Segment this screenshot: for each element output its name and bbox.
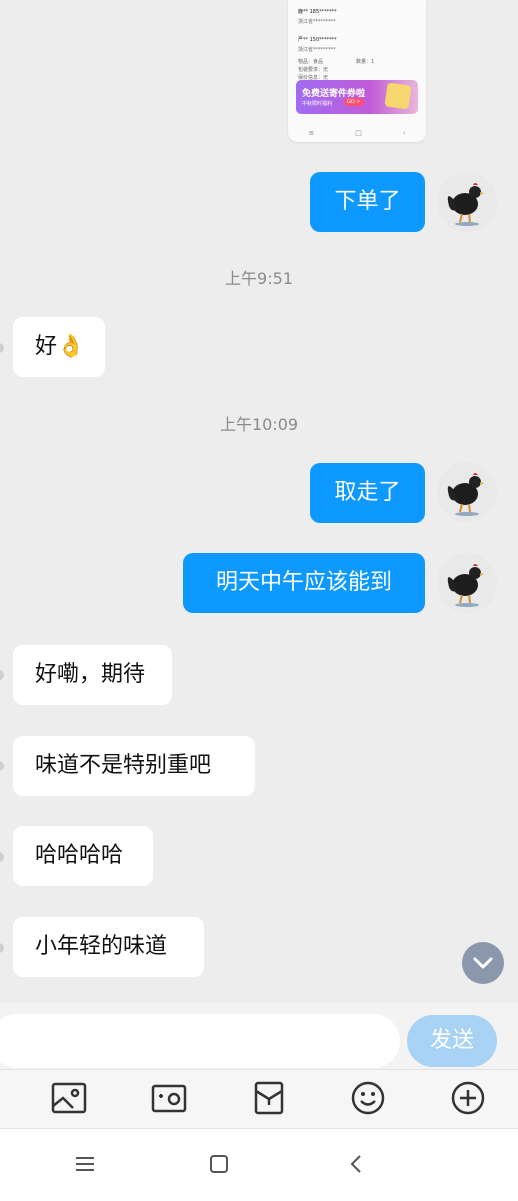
camera-button[interactable] — [150, 1079, 188, 1117]
their-avatar-edge[interactable] — [0, 761, 4, 771]
promo-banner: 免费送寄件券啦 中秋限时福利 GO > — [296, 80, 418, 114]
my-avatar[interactable] — [437, 553, 497, 613]
promo-gift-icon — [384, 82, 412, 110]
my-avatar[interactable] — [437, 462, 497, 522]
packing-info: 包装要求：无 — [298, 67, 329, 73]
more-button[interactable] — [449, 1079, 487, 1117]
plus-icon — [451, 1081, 485, 1115]
timestamp: 上午10:09 — [219, 415, 299, 434]
chevron-down-icon — [473, 957, 493, 969]
their-avatar-edge[interactable] — [0, 852, 4, 862]
red-packet-button[interactable] — [250, 1079, 288, 1117]
card-back-icon: ‹ — [402, 129, 406, 137]
menu-icon — [76, 1157, 94, 1171]
card-menu-icon: ≡ — [308, 129, 315, 137]
image-button[interactable] — [50, 1079, 88, 1117]
message-bubble-incoming[interactable]: 好👌 — [13, 317, 105, 377]
message-bubble-outgoing[interactable]: 取走了 — [310, 463, 425, 523]
message-bubble-incoming[interactable]: 味道不是特别重吧 — [13, 736, 255, 796]
scroll-to-bottom-button[interactable] — [462, 942, 504, 984]
message-bubble-outgoing[interactable]: 明天中午应该能到 — [183, 553, 425, 613]
receiver-line: 严** 150******* — [298, 37, 337, 43]
rooster-avatar-icon — [437, 462, 497, 522]
card-home-icon: □ — [355, 129, 362, 137]
promo-subtitle: 中秋限时福利 — [302, 101, 333, 107]
back-icon — [350, 1155, 361, 1173]
message-bubble-incoming[interactable]: 小年轻的味道 — [13, 917, 204, 977]
message-bubble-incoming[interactable]: 好嘞，期待 — [13, 645, 172, 705]
timestamp: 上午9:51 — [225, 269, 293, 288]
shared-image-message[interactable]: 鹿** 185******* 浙江省********* 严** 150*****… — [288, 0, 426, 142]
image-icon — [51, 1082, 87, 1114]
item-count: 数量：1 — [356, 59, 375, 65]
rooster-avatar-icon — [437, 553, 497, 613]
their-avatar-edge[interactable] — [0, 670, 4, 680]
camera-icon — [151, 1084, 187, 1113]
home-button[interactable] — [205, 1150, 233, 1178]
card-navbar: ≡ □ ‹ — [288, 124, 426, 142]
my-avatar[interactable] — [437, 172, 497, 232]
their-avatar-edge[interactable] — [0, 343, 4, 353]
their-avatar-edge[interactable] — [0, 943, 4, 953]
recent-apps-button[interactable] — [71, 1150, 99, 1178]
receiver-address: 浙江省********* — [298, 47, 336, 53]
emoji-icon — [351, 1081, 385, 1115]
emoji-button[interactable] — [349, 1079, 387, 1117]
promo-tag: GO > — [344, 98, 364, 106]
sender-line: 鹿** 185******* — [298, 9, 337, 15]
send-button[interactable]: 发送 — [407, 1015, 497, 1067]
home-square-icon — [210, 1155, 228, 1173]
rooster-avatar-icon — [437, 172, 497, 232]
red-packet-icon — [254, 1081, 284, 1115]
message-input[interactable] — [0, 1014, 400, 1068]
message-bubble-incoming[interactable]: 哈哈哈哈 — [13, 826, 153, 886]
sender-address: 浙江省********* — [298, 19, 336, 25]
item-type: 物品：食品 — [298, 59, 324, 65]
message-bubble-outgoing[interactable]: 下单了 — [310, 172, 425, 232]
back-button[interactable] — [342, 1150, 370, 1178]
